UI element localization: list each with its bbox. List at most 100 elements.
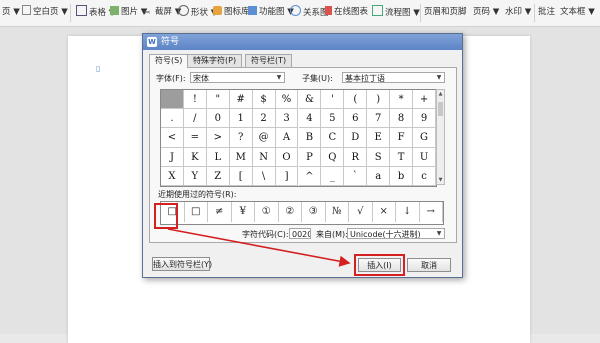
toolbar-item-page-number[interactable]: 页码 ▼ (473, 5, 499, 19)
symbol-cell[interactable]: b (390, 166, 414, 186)
symbol-cell[interactable]: # (229, 90, 253, 110)
toolbar-item-function-chart[interactable]: 功能图 ▼ (248, 5, 294, 19)
symbol-cell[interactable]: 8 (390, 109, 414, 129)
symbol-cell[interactable]: 5 (321, 109, 345, 129)
scroll-down-icon[interactable]: ▼ (437, 176, 444, 184)
toolbar-item-online-chart[interactable]: 在线图表 (325, 5, 368, 19)
recent-symbol-cell[interactable]: ② (279, 202, 302, 222)
symbol-cell[interactable]: " (206, 90, 230, 110)
symbol-cell[interactable]: P (298, 147, 322, 167)
symbol-cell[interactable]: 6 (344, 109, 368, 129)
symbol-cell[interactable]: $ (252, 90, 276, 110)
symbol-cell[interactable]: a (367, 166, 391, 186)
font-select[interactable]: 宋体 ▼ (190, 72, 285, 83)
toolbar-item-comment[interactable]: 批注 (538, 5, 555, 19)
symbol-cell[interactable]: _ (321, 166, 345, 186)
toolbar-item-flowchart[interactable]: 流程图 ▼ (372, 5, 420, 19)
symbol-cell[interactable] (161, 90, 184, 110)
recent-symbol-cell[interactable]: № (326, 202, 349, 222)
tab-symbol[interactable]: 符号(S) (149, 54, 189, 68)
symbol-cell[interactable]: G (413, 128, 436, 148)
recent-symbol-cell[interactable]: ¥ (232, 202, 255, 222)
symbol-cell[interactable]: ! (183, 90, 207, 110)
symbol-cell[interactable]: > (206, 128, 230, 148)
symbol-cell[interactable]: Z (206, 166, 230, 186)
symbol-cell[interactable]: < (161, 128, 184, 148)
symbol-cell[interactable]: U (413, 147, 436, 167)
symbol-cell[interactable]: 4 (298, 109, 322, 129)
symbol-cell[interactable]: & (298, 90, 322, 110)
symbol-cell[interactable]: T (390, 147, 414, 167)
symbol-cell[interactable]: 3 (275, 109, 299, 129)
recent-symbol-cell[interactable]: × (373, 202, 396, 222)
dialog-title-bar[interactable]: W 符号 (143, 34, 462, 50)
symbol-cell[interactable]: X (161, 166, 184, 186)
toolbar-item-header-footer[interactable]: 页眉和页脚 (424, 5, 467, 19)
scroll-up-icon[interactable]: ▲ (437, 90, 444, 98)
symbol-cell[interactable]: ( (344, 90, 368, 110)
toolbar-item-page[interactable]: 页 ▼ (2, 5, 20, 19)
symbol-cell[interactable]: O (275, 147, 299, 167)
symbol-cell[interactable]: F (390, 128, 414, 148)
symbol-cell[interactable]: 9 (413, 109, 436, 129)
symbol-cell[interactable]: 2 (252, 109, 276, 129)
symbol-cell[interactable]: ? (229, 128, 253, 148)
symbol-cell[interactable]: N (252, 147, 276, 167)
scrollbar-thumb[interactable] (438, 102, 443, 116)
symbol-cell[interactable]: S (367, 147, 391, 167)
symbol-cell[interactable]: K (183, 147, 207, 167)
symbol-cell[interactable]: ^ (298, 166, 322, 186)
recent-symbol-cell[interactable]: ≠ (208, 202, 232, 222)
symbol-cell[interactable]: % (275, 90, 299, 110)
tab-special-chars[interactable]: 特殊字符(P) (187, 54, 243, 67)
symbol-cell[interactable]: ` (344, 166, 368, 186)
symbol-cell[interactable]: M (229, 147, 253, 167)
toolbar-item-relation-chart[interactable]: 关系图 (290, 5, 329, 19)
symbol-cell[interactable]: / (183, 109, 207, 129)
toolbar-item-textbox[interactable]: 文本框 ▼ (560, 5, 595, 19)
toolbar-item-picture[interactable]: 图片 ▼ (110, 5, 147, 19)
symbol-cell[interactable]: 1 (229, 109, 253, 129)
recent-symbol-cell[interactable]: ③ (302, 202, 326, 222)
symbol-cell[interactable]: C (321, 128, 345, 148)
symbol-cell[interactable]: 0 (206, 109, 230, 129)
tab-symbol-bar[interactable]: 符号栏(T) (245, 54, 293, 67)
symbol-grid-scrollbar[interactable]: ▲ ▼ (436, 89, 445, 185)
symbol-cell[interactable]: B (298, 128, 322, 148)
symbol-cell[interactable]: c (413, 166, 436, 186)
symbol-cell[interactable]: * (390, 90, 414, 110)
symbol-cell[interactable]: E (367, 128, 391, 148)
toolbar-item-icon-library[interactable]: 图标库 (213, 5, 250, 19)
from-select[interactable]: Unicode(十六进制) ▼ (347, 228, 445, 239)
symbol-cell[interactable]: J (161, 147, 184, 167)
recent-symbol-cell[interactable]: → (420, 202, 443, 222)
symbol-cell[interactable]: ) (367, 90, 391, 110)
symbol-cell[interactable]: ] (275, 166, 299, 186)
cancel-button[interactable]: 取消 (407, 258, 451, 272)
recent-symbol-cell[interactable]: √ (349, 202, 373, 222)
symbol-cell[interactable]: L (206, 147, 230, 167)
symbol-cell[interactable]: D (344, 128, 368, 148)
symbol-cell[interactable]: [ (229, 166, 253, 186)
subset-select[interactable]: 基本拉丁语 ▼ (342, 72, 445, 83)
symbol-cell[interactable]: . (161, 109, 184, 129)
symbol-cell[interactable]: A (275, 128, 299, 148)
symbol-cell[interactable]: = (183, 128, 207, 148)
symbol-cell[interactable]: \ (252, 166, 276, 186)
recent-symbol-cell[interactable]: ↓ (396, 202, 420, 222)
insert-to-symbol-bar-button[interactable]: 插入到符号栏(Y) (152, 257, 212, 271)
symbol-cell[interactable]: R (344, 147, 368, 167)
symbol-cell[interactable]: ' (321, 90, 345, 110)
charcode-input[interactable]: 0020 (289, 228, 311, 239)
symbol-cell[interactable]: Q (321, 147, 345, 167)
symbol-cell[interactable]: Y (183, 166, 207, 186)
recent-symbol-cell[interactable]: □ (185, 202, 208, 222)
toolbar-item-blank-page[interactable]: 空白页 ▼ (22, 5, 68, 19)
symbol-cell[interactable]: @ (252, 128, 276, 148)
toolbar-item-screenshot[interactable]: ✂ 截屏 ▼ (144, 5, 181, 19)
toolbar-item-watermark[interactable]: 水印 ▼ (505, 5, 531, 19)
recent-symbol-cell[interactable]: ① (255, 202, 279, 222)
symbol-cell[interactable]: 7 (367, 109, 391, 129)
toolbar-item-shape[interactable]: 形状 ▼ (178, 5, 217, 19)
symbol-cell[interactable]: + (413, 90, 436, 110)
